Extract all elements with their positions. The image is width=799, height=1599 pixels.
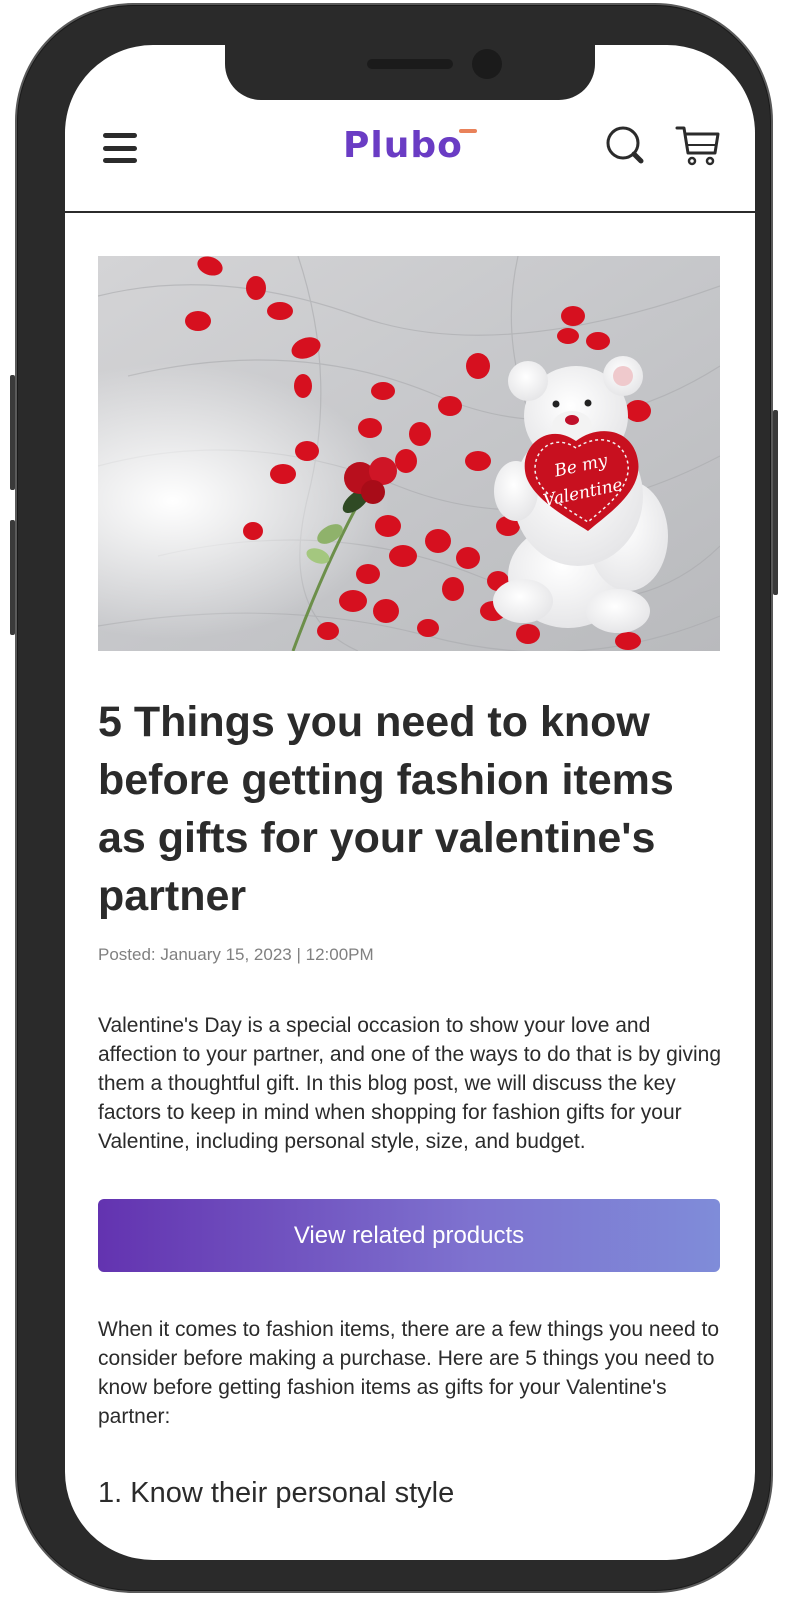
side-button <box>10 375 15 490</box>
section-heading: 1. Know their personal style <box>98 1477 455 1509</box>
site-header: Plubo <box>65 105 755 213</box>
side-button <box>10 520 15 635</box>
article-body-paragraph: When it comes to fashion items, there ar… <box>98 1318 719 1428</box>
article-title: 5 Things you need to know before getting… <box>98 698 674 920</box>
phone-screen: Plubo Be my Valentine 5 Things you need … <box>65 45 755 1560</box>
side-button <box>773 410 778 595</box>
valentine-teddy-bear-photo: Be my Valentine <box>98 256 720 651</box>
post-date: Posted: January 15, 2023 | 12:00PM <box>98 945 374 964</box>
hero-image: Be my Valentine <box>98 256 720 651</box>
logo-accent-bar <box>459 129 477 133</box>
phone-frame: Plubo Be my Valentine 5 Things you need … <box>10 3 778 1593</box>
front-camera <box>472 49 502 79</box>
search-icon[interactable] <box>605 125 647 167</box>
view-related-products-button[interactable]: View related products <box>98 1199 720 1272</box>
speaker-grille <box>367 59 453 69</box>
article-intro: Valentine's Day is a special occasion to… <box>98 1014 722 1153</box>
shopping-cart-icon[interactable] <box>675 123 721 169</box>
hamburger-menu-icon[interactable] <box>103 133 137 163</box>
phone-notch <box>225 35 595 100</box>
